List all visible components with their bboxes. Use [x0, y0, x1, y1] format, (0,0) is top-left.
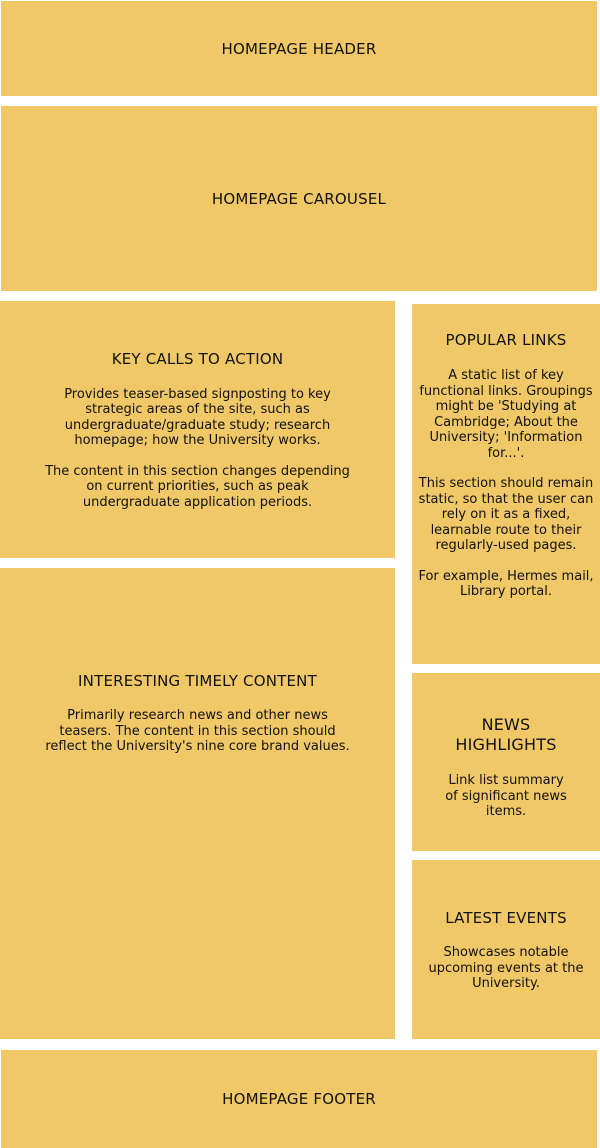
- latest-events-description: Showcases notable upcoming events at the…: [426, 945, 586, 992]
- key-calls-to-action-paragraph: Provides teaser-based signposting to key…: [64, 386, 331, 449]
- news-highlights-title: NEWS HIGHLIGHTS: [455, 715, 557, 754]
- key-calls-to-action-paragraph: The content in this section changes depe…: [45, 463, 350, 510]
- popular-links-paragraph: A static list of key functional links. G…: [419, 368, 593, 461]
- key-calls-to-action-description: Provides teaser-based signposting to key…: [43, 387, 353, 511]
- interesting-timely-content-block: INTERESTING TIMELY CONTENT Primarily res…: [0, 568, 395, 1039]
- homepage-footer-block: HOMEPAGE FOOTER: [1, 1050, 597, 1148]
- popular-links-title: POPULAR LINKS: [445, 331, 567, 349]
- news-highlights-description: Link list summary of significant news it…: [441, 773, 571, 820]
- homepage-footer-title: HOMEPAGE FOOTER: [222, 1090, 376, 1108]
- interesting-timely-content-description: Primarily research news and other news t…: [43, 708, 353, 755]
- homepage-carousel-block: HOMEPAGE CAROUSEL: [1, 106, 597, 291]
- popular-links-description: A static list of key functional links. G…: [416, 368, 596, 600]
- latest-events-paragraph: Showcases notable upcoming events at the…: [428, 945, 584, 991]
- latest-events-block: LATEST EVENTS Showcases notable upcoming…: [412, 860, 600, 1039]
- key-calls-to-action-title: KEY CALLS TO ACTION: [111, 349, 284, 368]
- interesting-timely-content-title: INTERESTING TIMELY CONTENT: [78, 672, 317, 690]
- key-calls-to-action-block: KEY CALLS TO ACTION Provides teaser-base…: [0, 301, 395, 558]
- popular-links-paragraph: This section should remain static, so th…: [418, 476, 594, 553]
- interesting-timely-content-paragraph: Primarily research news and other news t…: [45, 708, 350, 754]
- homepage-carousel-title: HOMEPAGE CAROUSEL: [211, 189, 387, 208]
- popular-links-block: POPULAR LINKS A static list of key funct…: [412, 304, 600, 664]
- latest-events-title: LATEST EVENTS: [445, 909, 567, 927]
- popular-links-paragraph: For example, Hermes mail, Library portal…: [418, 568, 594, 600]
- news-highlights-block: NEWS HIGHLIGHTS Link list summary of sig…: [412, 673, 600, 851]
- homepage-header-block: HOMEPAGE HEADER: [1, 1, 597, 96]
- homepage-header-title: HOMEPAGE HEADER: [221, 39, 377, 58]
- news-highlights-paragraph: Link list summary of significant news it…: [445, 773, 567, 819]
